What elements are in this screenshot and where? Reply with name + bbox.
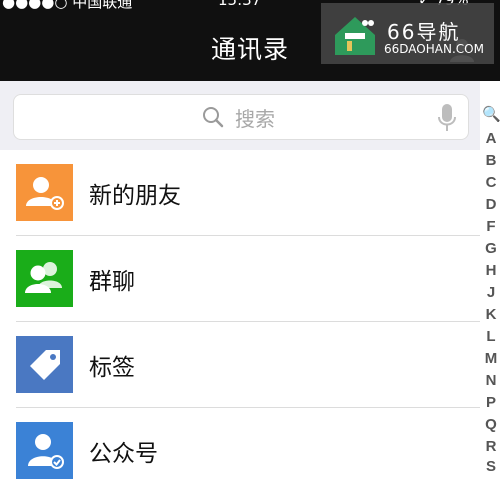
watermark-badge: 66导航 66DAOHAN.COM xyxy=(321,3,494,64)
tag-icon xyxy=(16,336,73,393)
list-item-group-chats[interactable]: 群聊 xyxy=(0,236,480,322)
index-letter[interactable]: M xyxy=(482,350,500,368)
index-letter[interactable]: S xyxy=(482,458,500,476)
index-search-icon[interactable]: 🔍 xyxy=(482,106,500,124)
index-letter[interactable]: F xyxy=(482,218,500,236)
watermark-domain: 66DAOHAN.COM xyxy=(384,42,484,56)
new-friend-icon xyxy=(16,164,73,221)
index-letter[interactable]: P xyxy=(482,394,500,412)
search-area: 搜索 xyxy=(0,81,480,150)
list-item-label: 群聊 xyxy=(89,269,135,295)
search-input[interactable]: 搜索 xyxy=(13,94,469,140)
search-icon xyxy=(203,107,224,128)
index-letter[interactable]: N xyxy=(482,372,500,390)
watermark-name: 66导航 xyxy=(387,20,461,44)
search-placeholder: 搜索 xyxy=(235,107,275,131)
list-item-label: 标签 xyxy=(89,355,135,381)
index-letter[interactable]: H xyxy=(482,262,500,280)
list-item-new-friends[interactable]: 新的朋友 xyxy=(0,150,480,236)
index-letter[interactable]: Q xyxy=(482,416,500,434)
time-text: 15:37 xyxy=(218,0,262,9)
index-letter[interactable]: K xyxy=(482,306,500,324)
index-letter[interactable]: J xyxy=(482,284,500,302)
index-letter[interactable]: B xyxy=(482,152,500,170)
list-item-label: 新的朋友 xyxy=(89,183,181,209)
index-letter[interactable]: A xyxy=(482,130,500,148)
house-logo-icon xyxy=(335,17,375,55)
group-chat-icon xyxy=(16,250,73,307)
list-item-official-accounts[interactable]: 公众号 xyxy=(0,408,480,494)
carrier-text: ●●●●○ 中国联通 xyxy=(2,0,133,11)
index-letter[interactable]: L xyxy=(482,328,500,346)
official-account-icon xyxy=(16,422,73,479)
index-letter[interactable]: C xyxy=(482,174,500,192)
list-item-label: 公众号 xyxy=(89,441,158,467)
index-letter[interactable]: G xyxy=(482,240,500,258)
microphone-icon[interactable] xyxy=(437,103,457,133)
index-letter[interactable]: R xyxy=(482,438,500,456)
list-item-tags[interactable]: 标签 xyxy=(0,322,480,408)
index-letter[interactable]: D xyxy=(482,196,500,214)
